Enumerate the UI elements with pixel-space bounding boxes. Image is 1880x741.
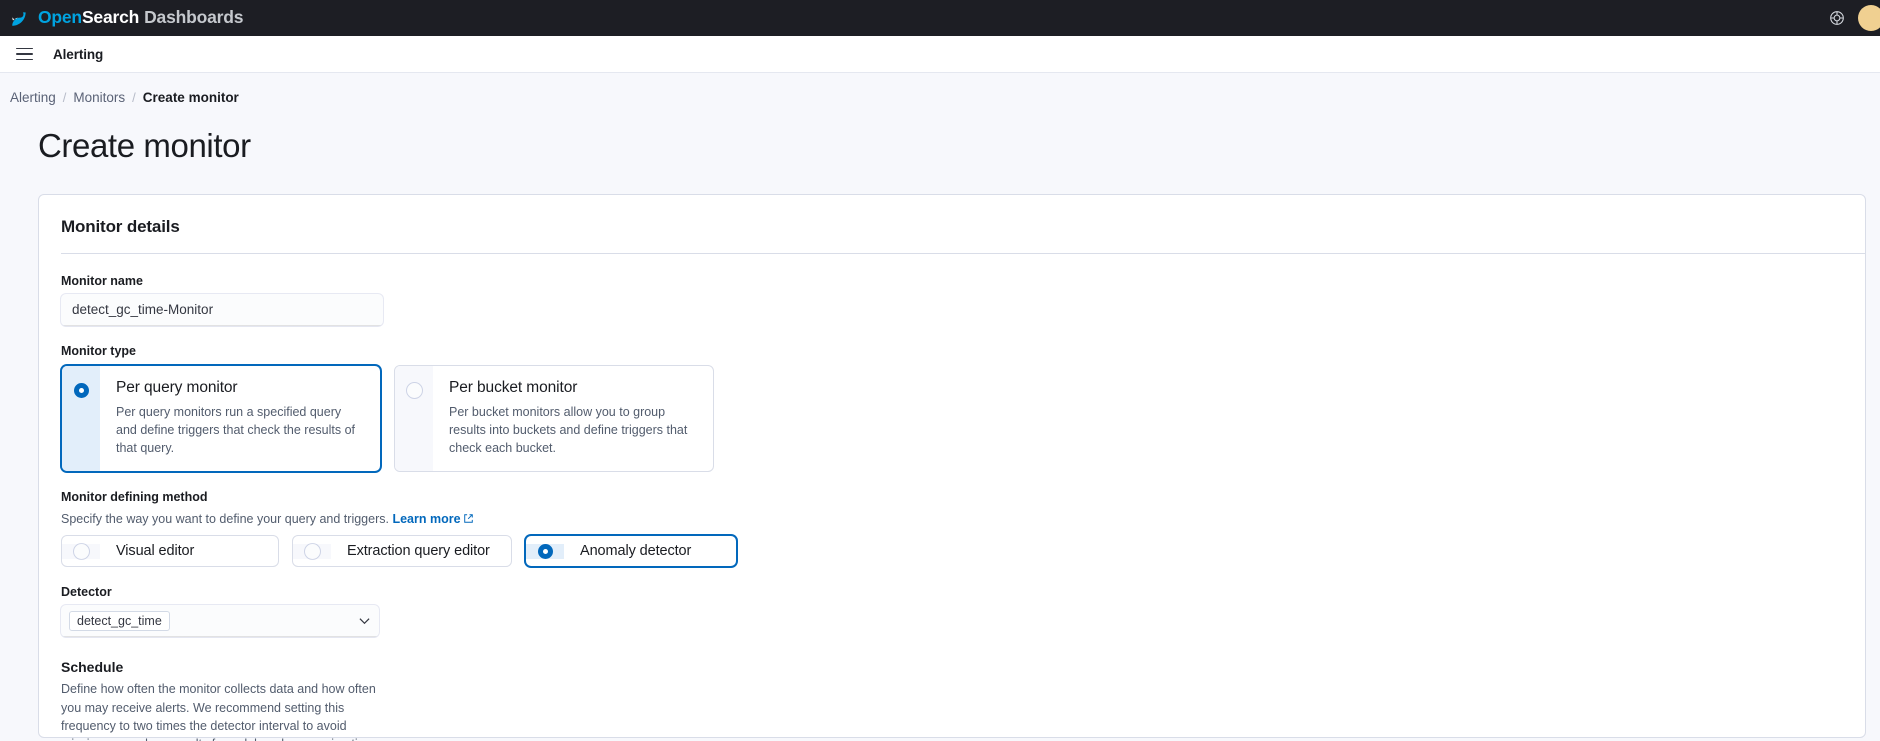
schedule-title: Schedule bbox=[61, 659, 124, 676]
brand-text: OpenSearch Dashboards bbox=[38, 9, 243, 27]
defining-method-field-group: Monitor defining method Specify the way … bbox=[61, 490, 1843, 568]
detector-selected-pill: detect_gc_time bbox=[69, 611, 170, 632]
opensearch-mark-icon bbox=[12, 12, 26, 26]
learn-more-link[interactable]: Learn more bbox=[392, 512, 460, 526]
radio-gutter bbox=[62, 365, 100, 472]
radio-content: Per bucket monitor Per bucket monitors a… bbox=[433, 366, 713, 471]
brand-dashboards-label: Dashboards bbox=[144, 7, 244, 28]
radio-gutter bbox=[62, 543, 100, 559]
radio-content: Anomaly detector bbox=[564, 536, 707, 566]
app-title: Alerting bbox=[53, 46, 104, 62]
monitor-type-option-per-bucket[interactable]: Per bucket monitor Per bucket monitors a… bbox=[394, 364, 714, 473]
monitor-type-option-per-query[interactable]: Per query monitor Per query monitors run… bbox=[61, 364, 381, 473]
user-avatar[interactable] bbox=[1858, 5, 1880, 31]
radio-button-per-bucket[interactable] bbox=[406, 382, 422, 398]
monitor-type-description: Per query monitors run a specified query… bbox=[116, 404, 356, 456]
monitor-type-label: Monitor type bbox=[61, 343, 136, 358]
brand-search-label: Search bbox=[81, 7, 140, 28]
defining-method-options: Visual editor Extraction query editor An… bbox=[61, 535, 1843, 568]
defining-method-label: Monitor defining method bbox=[61, 490, 208, 505]
breadcrumb-item-alerting[interactable]: Alerting bbox=[10, 90, 56, 105]
external-link-icon[interactable] bbox=[463, 513, 474, 524]
opensearch-dashboards-logo[interactable]: OpenSearch Dashboards bbox=[8, 6, 243, 30]
detector-field-group: Detector detect_gc_time bbox=[61, 585, 1843, 638]
breadcrumb-separator: / bbox=[132, 90, 136, 105]
defining-method-title: Anomaly detector bbox=[580, 543, 692, 560]
monitor-type-field-group: Monitor type Per query monitor Per query… bbox=[61, 343, 1843, 473]
global-navigation-bar: OpenSearch Dashboards bbox=[0, 0, 1880, 36]
monitor-name-input[interactable] bbox=[61, 293, 383, 326]
defining-method-help-text: Specify the way you want to define your … bbox=[61, 512, 389, 527]
monitor-type-options: Per query monitor Per query monitors run… bbox=[61, 364, 1843, 473]
panel-title: Monitor details bbox=[61, 216, 180, 236]
monitor-name-label: Monitor name bbox=[61, 273, 143, 288]
radio-content: Per query monitor Per query monitors run… bbox=[100, 366, 380, 471]
breadcrumb-separator: / bbox=[62, 90, 67, 105]
schedule-field-group: Schedule Define how often the monitor co… bbox=[61, 659, 1843, 741]
defining-method-help: Specify the way you want to define your … bbox=[61, 510, 1843, 528]
monitor-type-description: Per bucket monitors allow you to group r… bbox=[449, 404, 688, 456]
radio-gutter bbox=[395, 365, 433, 472]
detector-select[interactable]: detect_gc_time bbox=[61, 605, 379, 638]
radio-button-per-query[interactable] bbox=[73, 382, 89, 398]
defining-method-option-extraction-query-editor[interactable]: Extraction query editor bbox=[292, 535, 512, 568]
breadcrumb: Alerting / Monitors / Create monitor bbox=[0, 73, 1880, 105]
page-title: Create monitor bbox=[38, 127, 251, 164]
radio-button-visual-editor[interactable] bbox=[73, 543, 89, 559]
radio-button-extraction-query-editor[interactable] bbox=[304, 543, 320, 559]
radio-content: Extraction query editor bbox=[331, 536, 506, 566]
monitor-details-panel: Monitor details Monitor name Monitor typ… bbox=[38, 193, 1866, 741]
defining-method-option-visual-editor[interactable]: Visual editor bbox=[61, 535, 279, 568]
monitor-type-title: Per query monitor bbox=[116, 378, 238, 396]
defining-method-title: Visual editor bbox=[116, 543, 195, 560]
panel-body: Monitor name Monitor type Per query moni… bbox=[39, 254, 1865, 741]
chevron-down-icon[interactable] bbox=[359, 617, 370, 625]
application-header: Alerting bbox=[0, 36, 1880, 73]
monitor-type-title: Per bucket monitor bbox=[449, 378, 578, 396]
radio-gutter bbox=[526, 543, 564, 559]
brand-open-label: Open bbox=[38, 7, 82, 28]
radio-content: Visual editor bbox=[100, 536, 210, 566]
help-circle-icon[interactable] bbox=[1828, 9, 1846, 27]
hamburger-menu-icon[interactable] bbox=[16, 47, 33, 61]
defining-method-title: Extraction query editor bbox=[347, 543, 490, 560]
global-nav-right-actions bbox=[1828, 0, 1880, 36]
radio-button-anomaly-detector[interactable] bbox=[537, 543, 553, 559]
breadcrumb-item-monitors[interactable]: Monitors bbox=[73, 90, 125, 105]
breadcrumb-item-create-monitor: Create monitor bbox=[142, 90, 239, 105]
defining-method-option-anomaly-detector[interactable]: Anomaly detector bbox=[525, 535, 737, 568]
radio-gutter bbox=[293, 543, 331, 559]
detector-label: Detector bbox=[61, 585, 112, 600]
monitor-name-field-group: Monitor name bbox=[61, 274, 1843, 326]
schedule-description: Define how often the monitor collects da… bbox=[61, 682, 379, 741]
